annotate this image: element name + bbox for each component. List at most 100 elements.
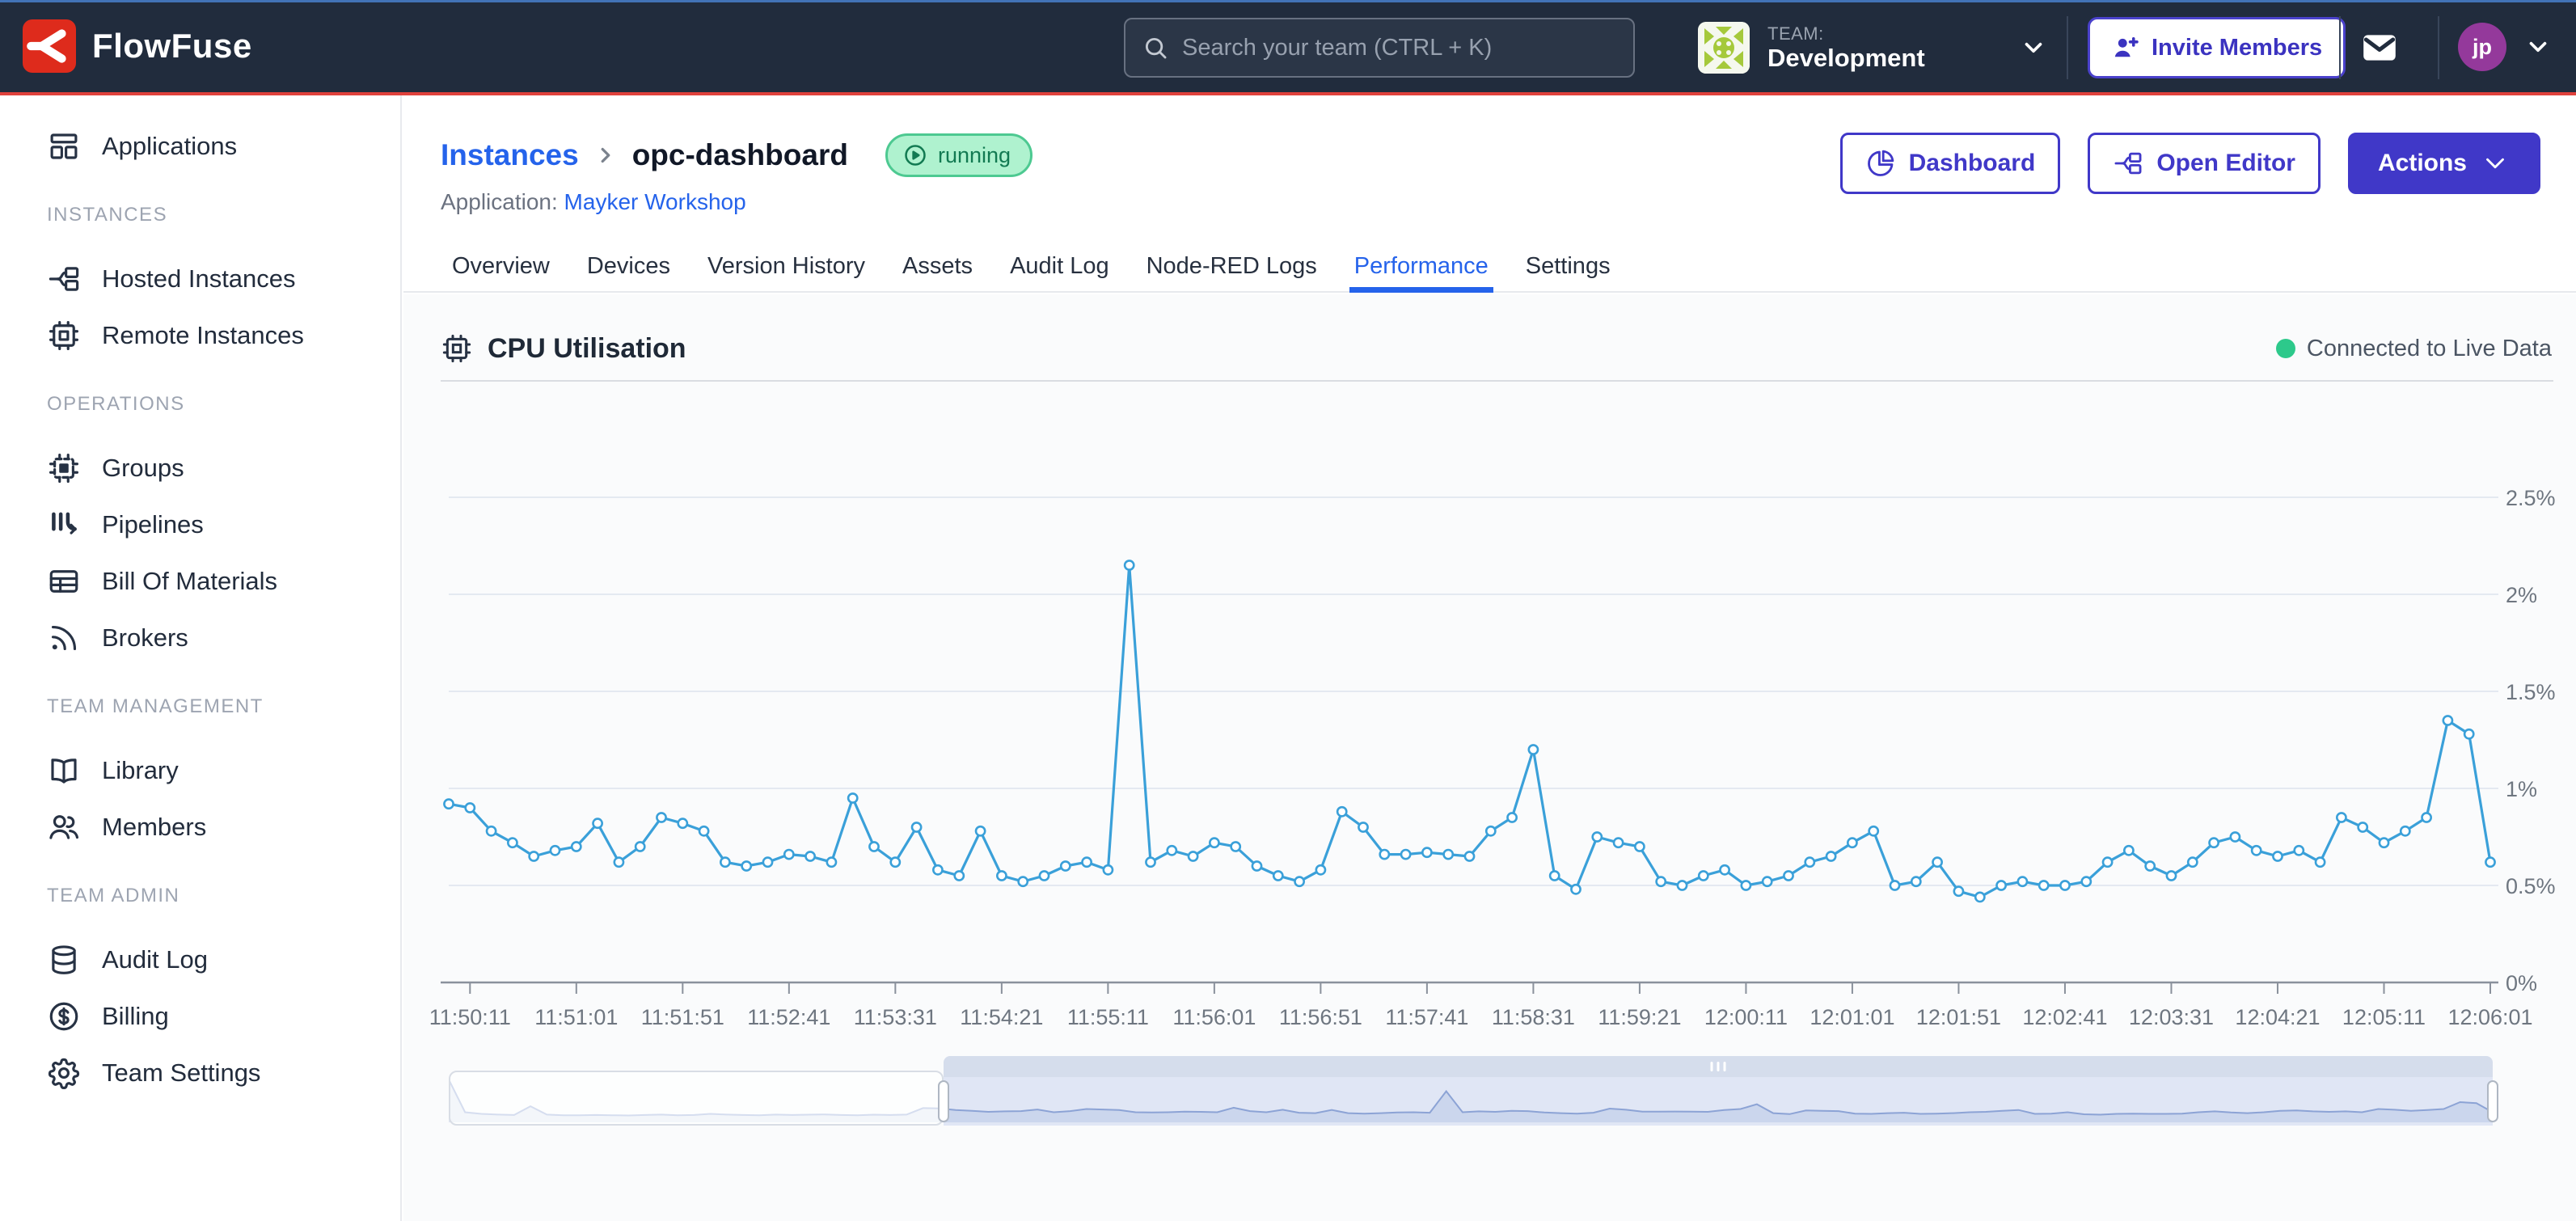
flowfuse-logo[interactable]: FlowFuse xyxy=(23,19,252,73)
svg-text:2.5%: 2.5% xyxy=(2506,486,2556,510)
search-box xyxy=(1124,18,1635,78)
svg-text:2%: 2% xyxy=(2506,583,2537,607)
open-editor-button[interactable]: Open Editor xyxy=(2088,133,2321,194)
sidebar-item-team-settings[interactable]: Team Settings xyxy=(0,1045,400,1101)
sidebar-section-team-management: TEAM MANAGEMENT xyxy=(0,691,400,723)
chevron-right-icon xyxy=(593,143,618,167)
sidebar-item-groups[interactable]: Groups xyxy=(0,440,400,496)
team-avatar xyxy=(1698,22,1750,74)
table-icon xyxy=(47,564,81,598)
dashboard-button[interactable]: Dashboard xyxy=(1840,133,2061,194)
chart-range-brush xyxy=(449,1056,2493,1126)
sidebar-item-label: Library xyxy=(102,756,179,785)
drag-grip-icon xyxy=(1710,1062,1725,1071)
sidebar-item-library[interactable]: Library xyxy=(0,742,400,799)
svg-text:11:54:21: 11:54:21 xyxy=(960,1005,1043,1029)
brush-drag-bar[interactable] xyxy=(944,1056,2493,1077)
tab-overview[interactable]: Overview xyxy=(452,241,550,291)
grid-icon xyxy=(47,129,81,163)
sidebar-section-operations: OPERATIONS xyxy=(0,388,400,420)
brush-handle-left[interactable] xyxy=(938,1080,949,1122)
tab-audit-log[interactable]: Audit Log xyxy=(1010,241,1109,291)
book-icon xyxy=(47,754,81,788)
sidebar-section-instances: INSTANCES xyxy=(0,199,400,231)
application-label: Application: xyxy=(441,189,558,214)
dollar-icon xyxy=(47,999,81,1033)
pipelines-icon xyxy=(47,508,81,542)
chip-group-icon xyxy=(47,451,81,485)
svg-text:11:51:51: 11:51:51 xyxy=(641,1005,724,1029)
panel-header: CPU Utilisation Connected to Live Data xyxy=(441,325,2552,372)
actions-button[interactable]: Actions xyxy=(2348,133,2540,194)
svg-text:12:02:41: 12:02:41 xyxy=(2022,1005,2107,1029)
sidebar-item-label: Bill Of Materials xyxy=(102,567,277,596)
sidebar-item-label: Applications xyxy=(102,132,237,161)
panel-title: CPU Utilisation xyxy=(441,332,686,365)
status-text: running xyxy=(938,143,1011,168)
play-circle-icon xyxy=(902,142,928,168)
brush-handle-right[interactable] xyxy=(2487,1080,2498,1122)
sidebar-item-label: Remote Instances xyxy=(102,321,304,350)
sidebar-item-bill-of-materials[interactable]: Bill Of Materials xyxy=(0,553,400,610)
chip-icon xyxy=(47,319,81,353)
sidebar-item-brokers[interactable]: Brokers xyxy=(0,610,400,666)
database-icon xyxy=(47,943,81,977)
svg-text:11:56:51: 11:56:51 xyxy=(1279,1005,1362,1029)
tab-assets[interactable]: Assets xyxy=(902,241,973,291)
sidebar-item-pipelines[interactable]: Pipelines xyxy=(0,496,400,553)
brush-selected-region[interactable] xyxy=(944,1077,2493,1126)
live-status-text: Connected to Live Data xyxy=(2307,336,2552,362)
svg-text:12:05:11: 12:05:11 xyxy=(2342,1005,2426,1029)
sidebar-item-members[interactable]: Members xyxy=(0,799,400,856)
navbar-separator xyxy=(2438,16,2439,79)
navbar-separator xyxy=(2339,16,2341,79)
header-actions: Dashboard Open Editor Actions xyxy=(1840,133,2540,194)
team-selector[interactable]: TEAM: Development xyxy=(1698,11,2047,84)
sidebar-section-team-admin: TEAM ADMIN xyxy=(0,880,400,912)
users-icon xyxy=(47,810,81,844)
search-input[interactable] xyxy=(1180,34,1617,62)
chevron-down-icon xyxy=(2480,148,2511,179)
invite-members-button[interactable]: Invite Members xyxy=(2088,17,2346,78)
svg-text:0.5%: 0.5% xyxy=(2506,874,2556,898)
sidebar-item-label: Pipelines xyxy=(102,510,204,539)
tab-performance[interactable]: Performance xyxy=(1354,241,1489,291)
topbar: FlowFuse xyxy=(0,0,2576,95)
sidebar-item-applications[interactable]: Applications xyxy=(0,118,400,175)
sidebar: Applications INSTANCES Hosted Instances Rem… xyxy=(0,95,402,1221)
svg-text:12:00:11: 12:00:11 xyxy=(1704,1005,1788,1029)
sidebar-item-label: Audit Log xyxy=(102,945,208,974)
status-badge: running xyxy=(885,133,1033,177)
mail-icon xyxy=(2359,27,2400,68)
sidebar-item-audit-log[interactable]: Audit Log xyxy=(0,932,400,988)
tab-node-red-logs[interactable]: Node-RED Logs xyxy=(1147,241,1317,291)
tab-devices[interactable]: Devices xyxy=(587,241,670,291)
svg-text:12:06:01: 12:06:01 xyxy=(2447,1005,2532,1029)
team-label: TEAM: xyxy=(1767,23,2002,44)
brush-unselected-region[interactable] xyxy=(449,1071,944,1126)
notifications-button[interactable] xyxy=(2359,27,2400,68)
flowfuse-logo-icon xyxy=(23,19,76,73)
svg-text:0%: 0% xyxy=(2506,971,2537,995)
sidebar-item-remote-instances[interactable]: Remote Instances xyxy=(0,307,400,364)
application-link[interactable]: Mayker Workshop xyxy=(564,189,746,214)
brand-name: FlowFuse xyxy=(92,27,252,65)
breadcrumb-instances-link[interactable]: Instances xyxy=(441,138,579,172)
instance-name: opc-dashboard xyxy=(632,138,848,172)
live-status: Connected to Live Data xyxy=(2276,336,2552,362)
tab-settings[interactable]: Settings xyxy=(1526,241,1611,291)
sidebar-item-hosted-instances[interactable]: Hosted Instances xyxy=(0,251,400,307)
breadcrumb: Instances opc-dashboard running xyxy=(441,134,1033,176)
user-plus-icon xyxy=(2111,33,2140,62)
sidebar-item-billing[interactable]: Billing xyxy=(0,988,400,1045)
svg-text:12:03:31: 12:03:31 xyxy=(2129,1005,2214,1029)
svg-text:11:52:41: 11:52:41 xyxy=(747,1005,830,1029)
sidebar-item-label: Hosted Instances xyxy=(102,264,296,294)
flow-icon xyxy=(47,262,81,296)
user-menu[interactable]: jp xyxy=(2458,23,2552,71)
cog-icon xyxy=(47,1056,81,1090)
pie-icon xyxy=(1865,148,1896,179)
svg-text:1.5%: 1.5% xyxy=(2506,680,2556,704)
tab-version-history[interactable]: Version History xyxy=(707,241,865,291)
svg-text:11:58:31: 11:58:31 xyxy=(1492,1005,1575,1029)
